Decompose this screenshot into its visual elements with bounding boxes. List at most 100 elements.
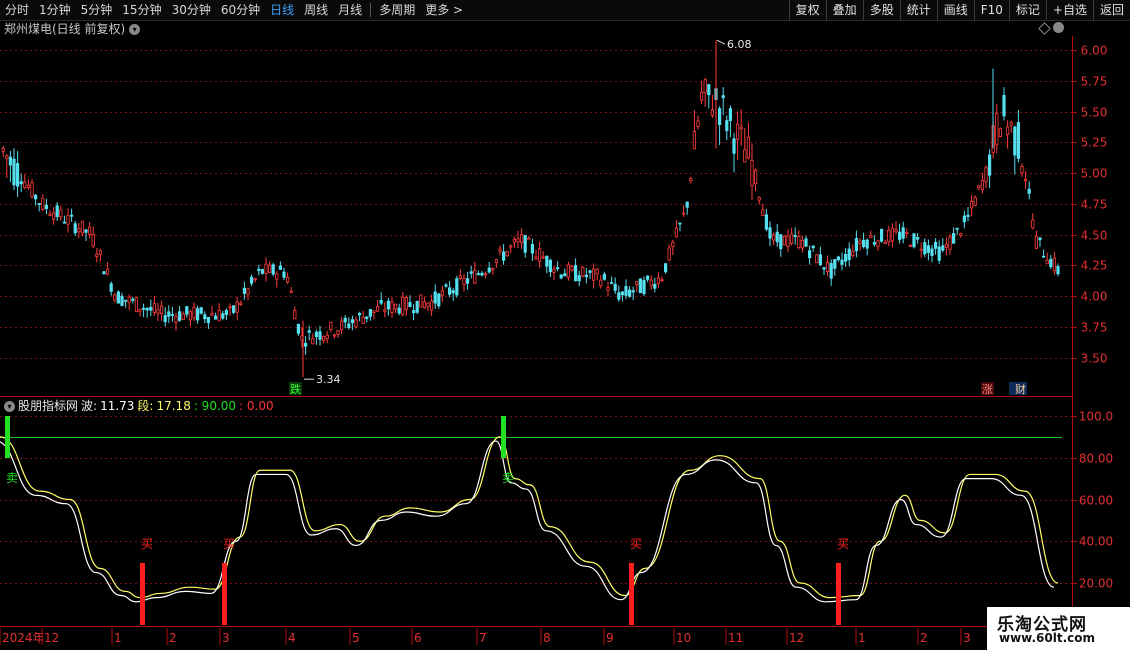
y-tick-label: 40.00 [1079,535,1113,549]
candle-body [761,209,765,216]
candle-body [559,274,563,279]
candle-body [613,283,617,291]
candle-body [937,246,941,261]
candle-body [55,205,59,218]
candle-body [336,330,340,335]
candle-body [138,308,142,312]
candle-body [77,228,81,233]
x-tick-label: 6 [414,631,422,645]
candle-body [152,303,156,313]
candle-body [437,293,441,307]
candle-body [869,235,873,238]
candle-body [797,236,801,249]
buy-signal-bar [222,563,227,625]
candle-body [174,316,178,323]
level-value: : 90.00 [193,399,237,413]
candle-body [829,263,833,279]
candle-body [512,239,517,243]
candle-body [973,197,977,206]
candle-body [1002,94,1006,117]
x-tick-label: 3 [963,631,971,645]
candle-body [703,79,707,94]
candle-body [667,247,671,261]
x-tick-label: 10 [676,631,691,645]
candle-body [19,181,23,185]
candle-body [934,241,938,249]
candle-body [851,250,855,256]
candle-body [660,279,664,282]
candle-body [260,269,265,274]
axis-bg [1108,36,1130,396]
y-tick-label: 3.50 [1081,352,1108,366]
x-tick-label: 9 [606,631,614,645]
candle-body [541,256,545,259]
candle-body [339,320,344,331]
candle-body [786,235,790,247]
candle-body [498,248,502,252]
candle-body [120,295,124,306]
candle-body [952,233,956,244]
candle-body [1020,166,1024,174]
candle-body [523,235,527,253]
y-tick-label: 5.25 [1081,136,1108,150]
candle-body [988,154,992,176]
candle-body [577,275,581,282]
indicator-name: 股朋指标网 [18,399,79,413]
candle-body [746,136,751,159]
x-tick-label: 1 [114,631,122,645]
candle-body [908,245,913,247]
candle-body [617,292,621,300]
candle-body [217,310,221,322]
low-label: 3.34 [316,373,341,386]
candle-body [923,242,927,255]
candle-body [887,229,891,243]
candle-body [509,245,513,248]
candle-body [192,307,196,319]
y-tick-label: 4.50 [1081,229,1108,243]
candle-body [710,109,715,116]
candle-body [239,302,243,305]
candle-body [469,271,473,274]
x-tick-label: 2024年 [2,631,45,645]
chart-canvas[interactable]: 6.00 5.75 5.50 5.25 5.00 4.75 4.50 4.25 4.00 3.75… [0,0,1130,650]
sell-signal-bar [5,416,10,458]
candle-body [26,184,31,188]
candle-body [1042,255,1046,258]
candle-body [84,229,88,233]
candle-body [15,163,20,187]
candle-body [91,233,95,247]
candle-body [491,267,495,271]
candle-body [52,212,56,220]
watermark-line2: www.60lt.com [999,631,1096,645]
candle-body [955,227,959,230]
y-tick-label: 4.00 [1081,290,1108,304]
candle-body [397,307,401,314]
candle-body [444,284,448,287]
candle-body [779,234,783,250]
candle-body [271,264,275,275]
candle-body [836,256,841,261]
candle-body [401,297,405,315]
candle-body [1006,126,1010,135]
candle-body [858,240,862,244]
candle-body [804,238,808,247]
candle-body [501,251,506,261]
candle-body [721,95,725,99]
candle-body [379,299,383,304]
candle-body [862,239,866,247]
candle-body [350,319,355,324]
candle-body [977,185,981,189]
candle-body [656,277,661,284]
candle-body [325,334,329,340]
candle-body [361,317,365,324]
candle-body [59,209,63,218]
candle-body [926,245,931,253]
candle-body [750,160,754,187]
candle-body [707,84,711,96]
candle-body [253,278,257,281]
candle-body [898,231,902,240]
chevron-down-icon[interactable]: ▾ [4,400,15,412]
candle-body [970,201,974,209]
candle-body [199,307,203,314]
candle-body [736,123,740,140]
